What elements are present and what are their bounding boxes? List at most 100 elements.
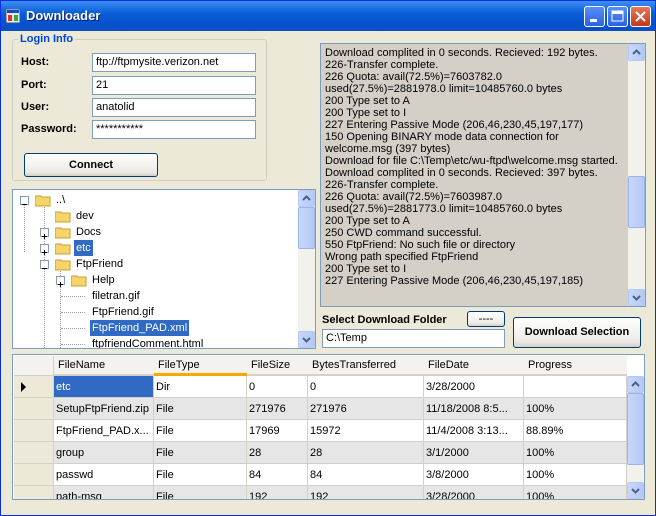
cell-progress[interactable]: 100%: [524, 486, 627, 499]
column-header-filesize[interactable]: FileSize: [247, 356, 308, 376]
column-header-progress[interactable]: Progress: [524, 356, 627, 376]
tree-node-help[interactable]: Help: [13, 272, 303, 288]
cell-filesize[interactable]: 271976: [247, 398, 308, 420]
download-selection-button[interactable]: Download Selection: [513, 317, 641, 348]
cell-filetype[interactable]: File: [154, 420, 247, 442]
connect-button[interactable]: Connect: [24, 153, 158, 177]
cell-filesize[interactable]: 0: [247, 376, 308, 398]
downloader-window: Downloader Login Info Host: ftp://ftpmys…: [0, 0, 656, 516]
title-bar[interactable]: Downloader: [1, 1, 655, 31]
cell-filetype[interactable]: File: [154, 398, 247, 420]
cell-filetype[interactable]: File: [154, 442, 247, 464]
column-header-filedate[interactable]: FileDate: [424, 356, 524, 376]
port-label: Port:: [21, 79, 47, 91]
tree-node-dev[interactable]: dev: [13, 208, 303, 224]
password-input[interactable]: ***********: [92, 120, 256, 139]
log-scrollbar[interactable]: [628, 44, 645, 306]
cell-filetype[interactable]: File: [154, 464, 247, 486]
cell-progress[interactable]: 100%: [524, 398, 627, 420]
tree-node-docs[interactable]: Docs: [13, 224, 303, 240]
cell-progress[interactable]: 100%: [524, 464, 627, 486]
cell-filedate[interactable]: 3/1/2000: [424, 442, 524, 464]
folder-icon: [35, 195, 51, 207]
folder-icon: [55, 211, 71, 223]
cell-filedate[interactable]: 11/18/2008 8:5...: [424, 398, 524, 420]
log-textbox[interactable]: Download complited in 0 seconds. Recieve…: [320, 43, 646, 307]
cell-progress[interactable]: 100%: [524, 442, 627, 464]
tree-node-file[interactable]: FtpFriend.gif: [13, 304, 303, 320]
cell-filename[interactable]: group: [54, 442, 154, 464]
tree-node-file[interactable]: FtpFriend_PAD.xml: [13, 320, 303, 336]
scroll-down-button[interactable]: [627, 482, 644, 499]
row-header[interactable]: [14, 376, 54, 398]
expand-icon[interactable]: [40, 228, 49, 239]
scroll-up-button[interactable]: [628, 44, 645, 61]
cell-bytestransferred[interactable]: 192: [308, 486, 424, 499]
row-header[interactable]: [14, 442, 54, 464]
cell-filedate[interactable]: 3/8/2000: [424, 464, 524, 486]
browse-button[interactable]: ----: [467, 311, 505, 327]
collapse-icon[interactable]: [40, 260, 49, 269]
tree-node-ftpfriend[interactable]: FtpFriend: [13, 256, 303, 272]
cell-filename[interactable]: FtpFriend_PAD.x...: [54, 420, 154, 442]
minimize-button[interactable]: [584, 6, 605, 27]
collapse-icon[interactable]: [20, 196, 29, 205]
cell-progress[interactable]: 88.89%: [524, 420, 627, 442]
row-header[interactable]: [14, 398, 54, 420]
host-input[interactable]: ftp://ftpmysite.verizon.net: [92, 53, 256, 72]
expand-icon[interactable]: [56, 276, 65, 287]
cell-filesize[interactable]: 17969: [247, 420, 308, 442]
cell-filedate[interactable]: 11/4/2008 3:13...: [424, 420, 524, 442]
scroll-up-button[interactable]: [298, 190, 315, 207]
cell-bytestransferred[interactable]: 15972: [308, 420, 424, 442]
close-button[interactable]: [630, 6, 651, 27]
cell-filetype[interactable]: Dir: [154, 376, 247, 398]
cell-filesize[interactable]: 192: [247, 486, 308, 499]
scroll-thumb[interactable]: [628, 176, 645, 228]
grid-scrollbar[interactable]: [627, 376, 644, 499]
cell-bytestransferred[interactable]: 84: [308, 464, 424, 486]
column-header-filetype[interactable]: FileType: [154, 356, 247, 376]
cell-progress[interactable]: [524, 376, 627, 398]
folder-icon: [71, 275, 87, 287]
tree-node-root[interactable]: ..\: [13, 192, 303, 208]
tree-node-file[interactable]: ftpfriendComment.html: [13, 336, 303, 349]
cell-filename[interactable]: path-msg: [54, 486, 154, 499]
cell-filedate[interactable]: 3/28/2000: [424, 486, 524, 499]
tree-node-label: FtpFriend.gif: [92, 306, 154, 318]
tree-node-label: ftpfriendComment.html: [92, 338, 204, 349]
row-header[interactable]: [14, 486, 54, 499]
column-header-filename[interactable]: FileName: [54, 356, 154, 376]
row-header[interactable]: [14, 464, 54, 486]
folder-tree[interactable]: ..\ dev Docs etc FtpFriend Help filetran…: [12, 189, 316, 349]
scroll-up-button[interactable]: [627, 376, 644, 393]
cell-filename[interactable]: SetupFtpFriend.zip: [54, 398, 154, 420]
scroll-thumb[interactable]: [298, 207, 315, 249]
port-input[interactable]: 21: [92, 76, 256, 95]
column-header-bytestransferred[interactable]: BytesTransferred: [308, 356, 424, 376]
tree-scrollbar[interactable]: [298, 190, 315, 348]
cell-filetype[interactable]: File: [154, 486, 247, 499]
tree-node-file[interactable]: filetran.gif: [13, 288, 303, 304]
cell-filesize[interactable]: 84: [247, 464, 308, 486]
cell-filename[interactable]: passwd: [54, 464, 154, 486]
cell-filename[interactable]: etc: [54, 376, 154, 398]
cell-bytestransferred[interactable]: 271976: [308, 398, 424, 420]
maximize-button[interactable]: [607, 6, 628, 27]
expand-icon[interactable]: [40, 244, 49, 255]
user-input[interactable]: anatolid: [92, 98, 256, 117]
cell-filesize[interactable]: 28: [247, 442, 308, 464]
login-group-label: Login Info: [18, 33, 76, 45]
tree-node-etc[interactable]: etc: [13, 240, 303, 256]
row-header[interactable]: [14, 420, 54, 442]
cell-bytestransferred[interactable]: 0: [308, 376, 424, 398]
scroll-down-button[interactable]: [298, 331, 315, 348]
file-grid[interactable]: FileName FileType FileSize BytesTransfer…: [12, 354, 645, 500]
download-folder-input[interactable]: C:\Temp: [322, 329, 505, 348]
cell-filedate[interactable]: 3/28/2000: [424, 376, 524, 398]
scroll-thumb[interactable]: [627, 393, 644, 465]
cell-bytestransferred[interactable]: 28: [308, 442, 424, 464]
folder-icon: [55, 227, 71, 239]
scroll-down-button[interactable]: [628, 289, 645, 306]
app-icon: [6, 9, 20, 23]
